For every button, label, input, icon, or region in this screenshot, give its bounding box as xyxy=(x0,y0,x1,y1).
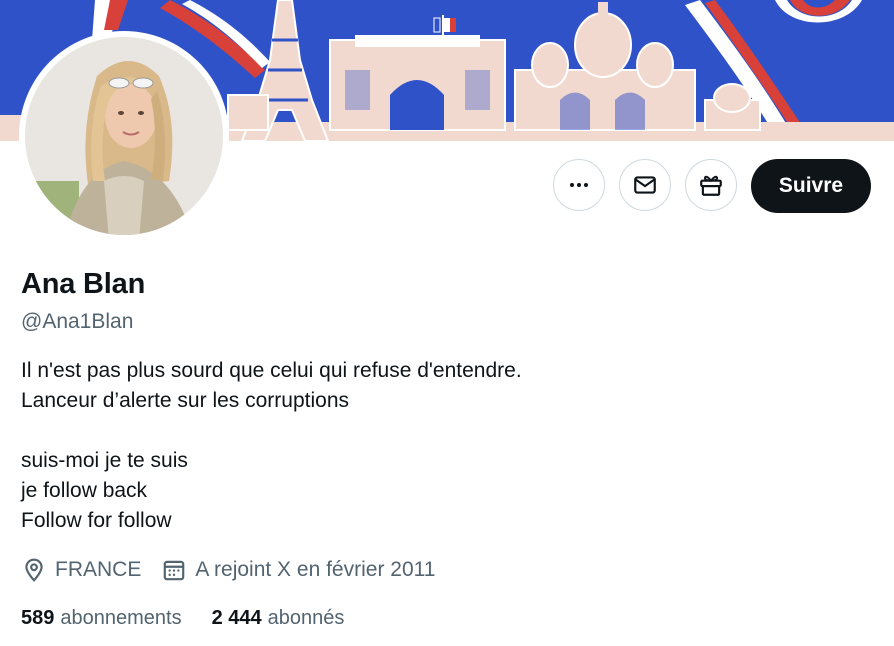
followers-label: abonnés xyxy=(267,607,345,629)
message-button[interactable] xyxy=(619,159,671,211)
following-count: 589 xyxy=(21,607,55,629)
gift-icon xyxy=(700,175,722,196)
more-horizontal-icon xyxy=(570,183,588,187)
bio-line: je follow back xyxy=(21,479,148,502)
calendar-icon xyxy=(164,560,185,581)
profile-location: FRANCE xyxy=(21,557,141,583)
more-options-button[interactable] xyxy=(553,159,605,211)
bio-line: Il n'est pas plus sourd que celui qui re… xyxy=(21,359,522,382)
followers-count: 2 444 xyxy=(211,607,262,629)
following-label: abonnements xyxy=(60,607,182,629)
avatar-photo xyxy=(25,37,223,235)
bio-line xyxy=(21,416,522,446)
bio-line: suis-moi je te suis xyxy=(21,449,188,472)
join-date-text: A rejoint X en février 2011 xyxy=(195,558,436,581)
profile-stats: 589 abonnements 2 444 abonnés xyxy=(21,607,344,630)
envelope-icon xyxy=(634,176,656,194)
profile-meta: FRANCE A rejoint X en février 2011 xyxy=(21,555,435,585)
followers-link[interactable]: 2 444 abonnés xyxy=(212,607,345,630)
follow-button[interactable]: Suivre xyxy=(751,159,871,213)
profile-name: Ana Blan xyxy=(21,268,146,300)
profile-join-date: A rejoint X en février 2011 xyxy=(161,557,435,583)
location-pin-icon xyxy=(25,558,43,582)
profile-bio: Il n'est pas plus sourd que celui qui re… xyxy=(21,356,522,536)
location-text: FRANCE xyxy=(55,558,142,581)
profile-avatar[interactable] xyxy=(19,31,229,241)
profile-handle: @Ana1Blan xyxy=(21,310,134,333)
gift-button[interactable] xyxy=(685,159,737,211)
bio-line: Follow for follow xyxy=(21,509,172,532)
following-link[interactable]: 589 abonnements xyxy=(21,607,182,630)
bio-line: Lanceur d’alerte sur les corruptions xyxy=(21,389,350,412)
